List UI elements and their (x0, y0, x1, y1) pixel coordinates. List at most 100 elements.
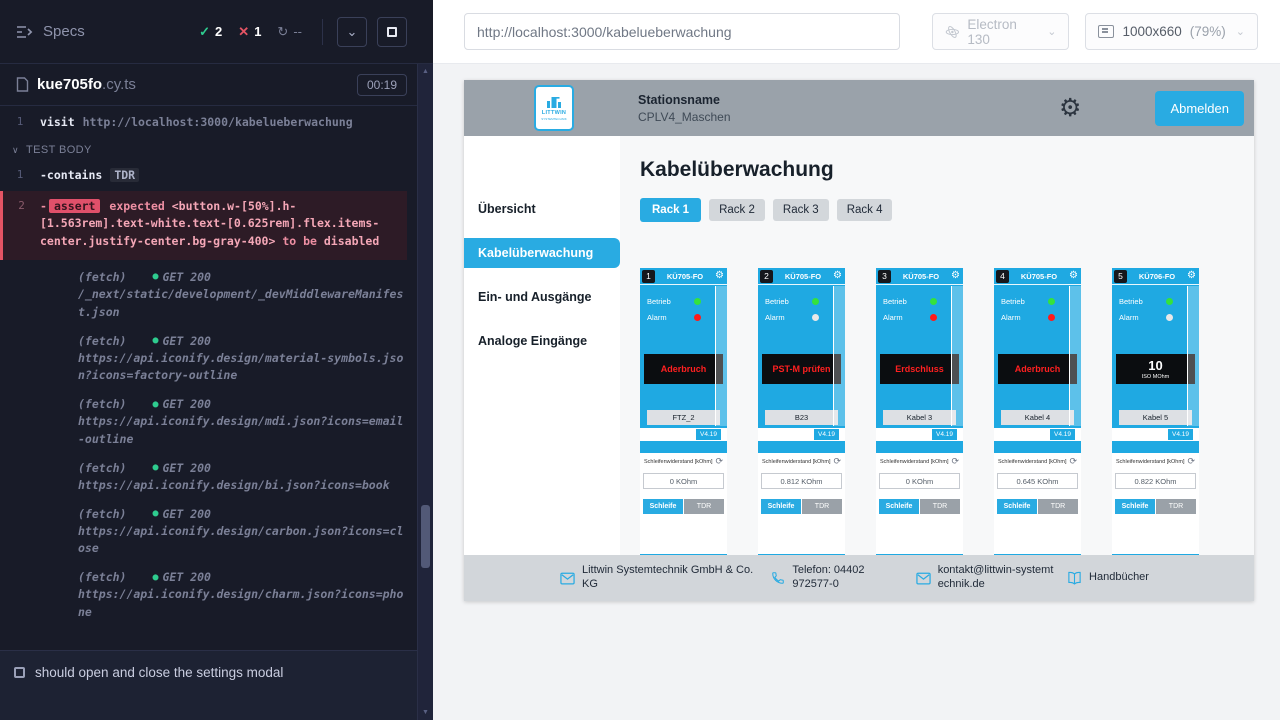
specs-label[interactable]: Specs (43, 23, 85, 40)
schleife-button[interactable]: Schleife (879, 499, 919, 514)
tdr-button[interactable]: TDR (920, 499, 960, 514)
resistance-label: Schleifenwiderstand [kOhm] (1116, 459, 1184, 465)
command-name: visit (40, 115, 75, 129)
device-gear-icon[interactable]: ⚙ (1187, 271, 1196, 281)
network-log-fetch[interactable]: (fetch) ●GET 200 https://api.iconify.des… (0, 564, 407, 628)
tdr-button[interactable]: TDR (802, 499, 842, 514)
refresh-icon[interactable]: ⟳ (1187, 457, 1195, 466)
sidebar-item-ein-und-ausgaenge[interactable]: Ein- und Ausgänge (464, 282, 620, 312)
resistance-panel: Schleifenwiderstand [kOhm] ⟳ 0.822 KOhm … (1112, 453, 1199, 554)
tdr-button[interactable]: TDR (1156, 499, 1196, 514)
fetch-url: https://api.iconify.design/charm.json?ic… (78, 586, 407, 622)
fetch-status: GET 200 (163, 334, 211, 348)
mail-icon (916, 572, 931, 585)
device-model: KÜ705-FO (773, 272, 833, 281)
tab-rack-2[interactable]: Rack 2 (709, 199, 765, 221)
assert-message: -assert expected <button.w-[50%].h-[1.56… (40, 198, 403, 251)
device-number: 2 (760, 270, 773, 283)
chevron-down-icon: ⌄ (1047, 25, 1056, 38)
spec-file-bar[interactable]: kue705fo.cy.ts 00:19 (0, 64, 433, 106)
tab-rack-1[interactable]: Rack 1 (640, 198, 701, 222)
logout-button[interactable]: Abmelden (1155, 91, 1244, 126)
status-text: Aderbruch (661, 364, 707, 374)
preview-stage: LITTWIN SYSTEMTECHNIK Stationsname CPLV4… (433, 64, 1280, 720)
test-body-toggle[interactable]: ∨ TEST BODY (0, 135, 407, 163)
status-display: PST-M prüfen (762, 354, 841, 384)
command-visit[interactable]: 1 visithttp://localhost:3000/kabelueberw… (0, 110, 407, 135)
resistance-label: Schleifenwiderstand [kOhm] (762, 459, 830, 465)
status-text: Erdschluss (895, 364, 944, 374)
device-model: KÜ705-FO (655, 272, 715, 281)
device-indicator-strip (1187, 286, 1199, 426)
command-line-number: 1 (0, 114, 40, 131)
network-log-fetch[interactable]: (fetch) ●GET 200 https://api.iconify.des… (0, 391, 407, 455)
refresh-icon[interactable]: ⟳ (833, 457, 841, 466)
stat-pending: ↻ -- (277, 24, 302, 40)
schleife-button[interactable]: Schleife (997, 499, 1037, 514)
footer-manuals[interactable]: Handbücher (1067, 571, 1149, 585)
specs-menu-icon[interactable] (16, 25, 33, 39)
device-card-2: 2 KÜ705-FO ⚙ Betrieb Alarm PST-M prüfen (758, 268, 845, 555)
device-gear-icon[interactable]: ⚙ (715, 271, 724, 281)
footer-phone[interactable]: Telefon: 04402 972577-0 (771, 564, 904, 592)
rack-tabs: Rack 1 Rack 2 Rack 3 Rack 4 (640, 198, 1254, 222)
scrollbar-thumb[interactable] (421, 505, 430, 568)
browser-select[interactable]: Electron 130 ⌄ (932, 13, 1070, 50)
resistance-label: Schleifenwiderstand [kOhm] (998, 459, 1066, 465)
device-gear-icon[interactable]: ⚙ (951, 271, 960, 281)
caret-down-icon: ∨ (12, 145, 19, 156)
tdr-button[interactable]: TDR (684, 499, 724, 514)
settings-gear-icon[interactable]: ⚙ (1059, 96, 1081, 121)
app-footer: Littwin Systemtechnik GmbH & Co. KG Tele… (464, 555, 1254, 601)
stop-tests-button[interactable] (377, 17, 407, 47)
refresh-icon[interactable]: ⟳ (715, 457, 723, 466)
network-log-fetch[interactable]: (fetch) ●GET 200 https://api.iconify.des… (0, 328, 407, 392)
device-gear-icon[interactable]: ⚙ (833, 271, 842, 281)
device-number: 5 (1114, 270, 1127, 283)
alarm-label: Alarm (647, 313, 667, 322)
network-log-fetch[interactable]: (fetch) ●GET 200 https://api.iconify.des… (0, 501, 407, 565)
device-gear-icon[interactable]: ⚙ (1069, 271, 1078, 281)
tdr-button[interactable]: TDR (1038, 499, 1078, 514)
command-assert-failed[interactable]: 2 -assert expected <button.w-[50%].h-[1.… (0, 191, 407, 260)
status-display: Aderbruch (998, 354, 1077, 384)
network-log-fetch[interactable]: (fetch) ●GET 200 /_next/static/developme… (0, 264, 407, 328)
tab-rack-4[interactable]: Rack 4 (837, 199, 893, 221)
betrieb-led (930, 298, 937, 305)
device-model: KÜ705-FO (1009, 272, 1069, 281)
alarm-led (812, 314, 819, 321)
scroll-up-icon[interactable]: ▲ (418, 68, 433, 75)
schleife-button[interactable]: Schleife (1115, 499, 1155, 514)
footer-email[interactable]: kontakt@littwin-systemtechnik.de (916, 564, 1056, 592)
alarm-led (930, 314, 937, 321)
sidebar-item-analoge-eingaenge[interactable]: Analoge Eingänge (464, 326, 620, 356)
device-card-3: 3 KÜ705-FO ⚙ Betrieb Alarm Erdschluss (876, 268, 963, 555)
fetch-label: (fetch) (78, 570, 126, 584)
scroll-down-icon[interactable]: ▼ (418, 709, 433, 716)
status-text: Aderbruch (1015, 364, 1061, 374)
sidebar-item-uebersicht[interactable]: Übersicht (464, 194, 620, 224)
command-contains[interactable]: 1 -containsTDR (0, 163, 407, 188)
test-checkbox-icon (14, 667, 25, 678)
alarm-label: Alarm (765, 313, 785, 322)
betrieb-led (694, 298, 701, 305)
tab-rack-3[interactable]: Rack 3 (773, 199, 829, 221)
refresh-icon[interactable]: ⟳ (951, 457, 959, 466)
url-input[interactable] (464, 13, 900, 50)
schleife-button[interactable]: Schleife (761, 499, 801, 514)
status-dot-icon: ● (152, 508, 158, 519)
sidebar-item-kabelueberwachung[interactable]: Kabelüberwachung (464, 238, 620, 268)
resistance-value: 0 KOhm (643, 473, 724, 489)
refresh-icon[interactable]: ⟳ (1069, 457, 1077, 466)
chevron-down-icon: ⌄ (1236, 25, 1245, 38)
passed-count: 2 (215, 24, 222, 39)
network-log-fetch[interactable]: (fetch) ●GET 200 https://api.iconify.des… (0, 455, 407, 501)
next-test-item[interactable]: should open and close the settings modal (0, 650, 433, 720)
viewport-select[interactable]: 1000x660 (79%) ⌄ (1085, 13, 1258, 50)
runner-scrollbar[interactable]: ▲ ▼ (417, 64, 433, 720)
collapse-log-button[interactable]: ⌄ (337, 17, 367, 47)
device-indicator-strip (1069, 286, 1081, 426)
fetch-url: https://api.iconify.design/material-symb… (78, 350, 407, 386)
device-indicator-strip (951, 286, 963, 426)
schleife-button[interactable]: Schleife (643, 499, 683, 514)
